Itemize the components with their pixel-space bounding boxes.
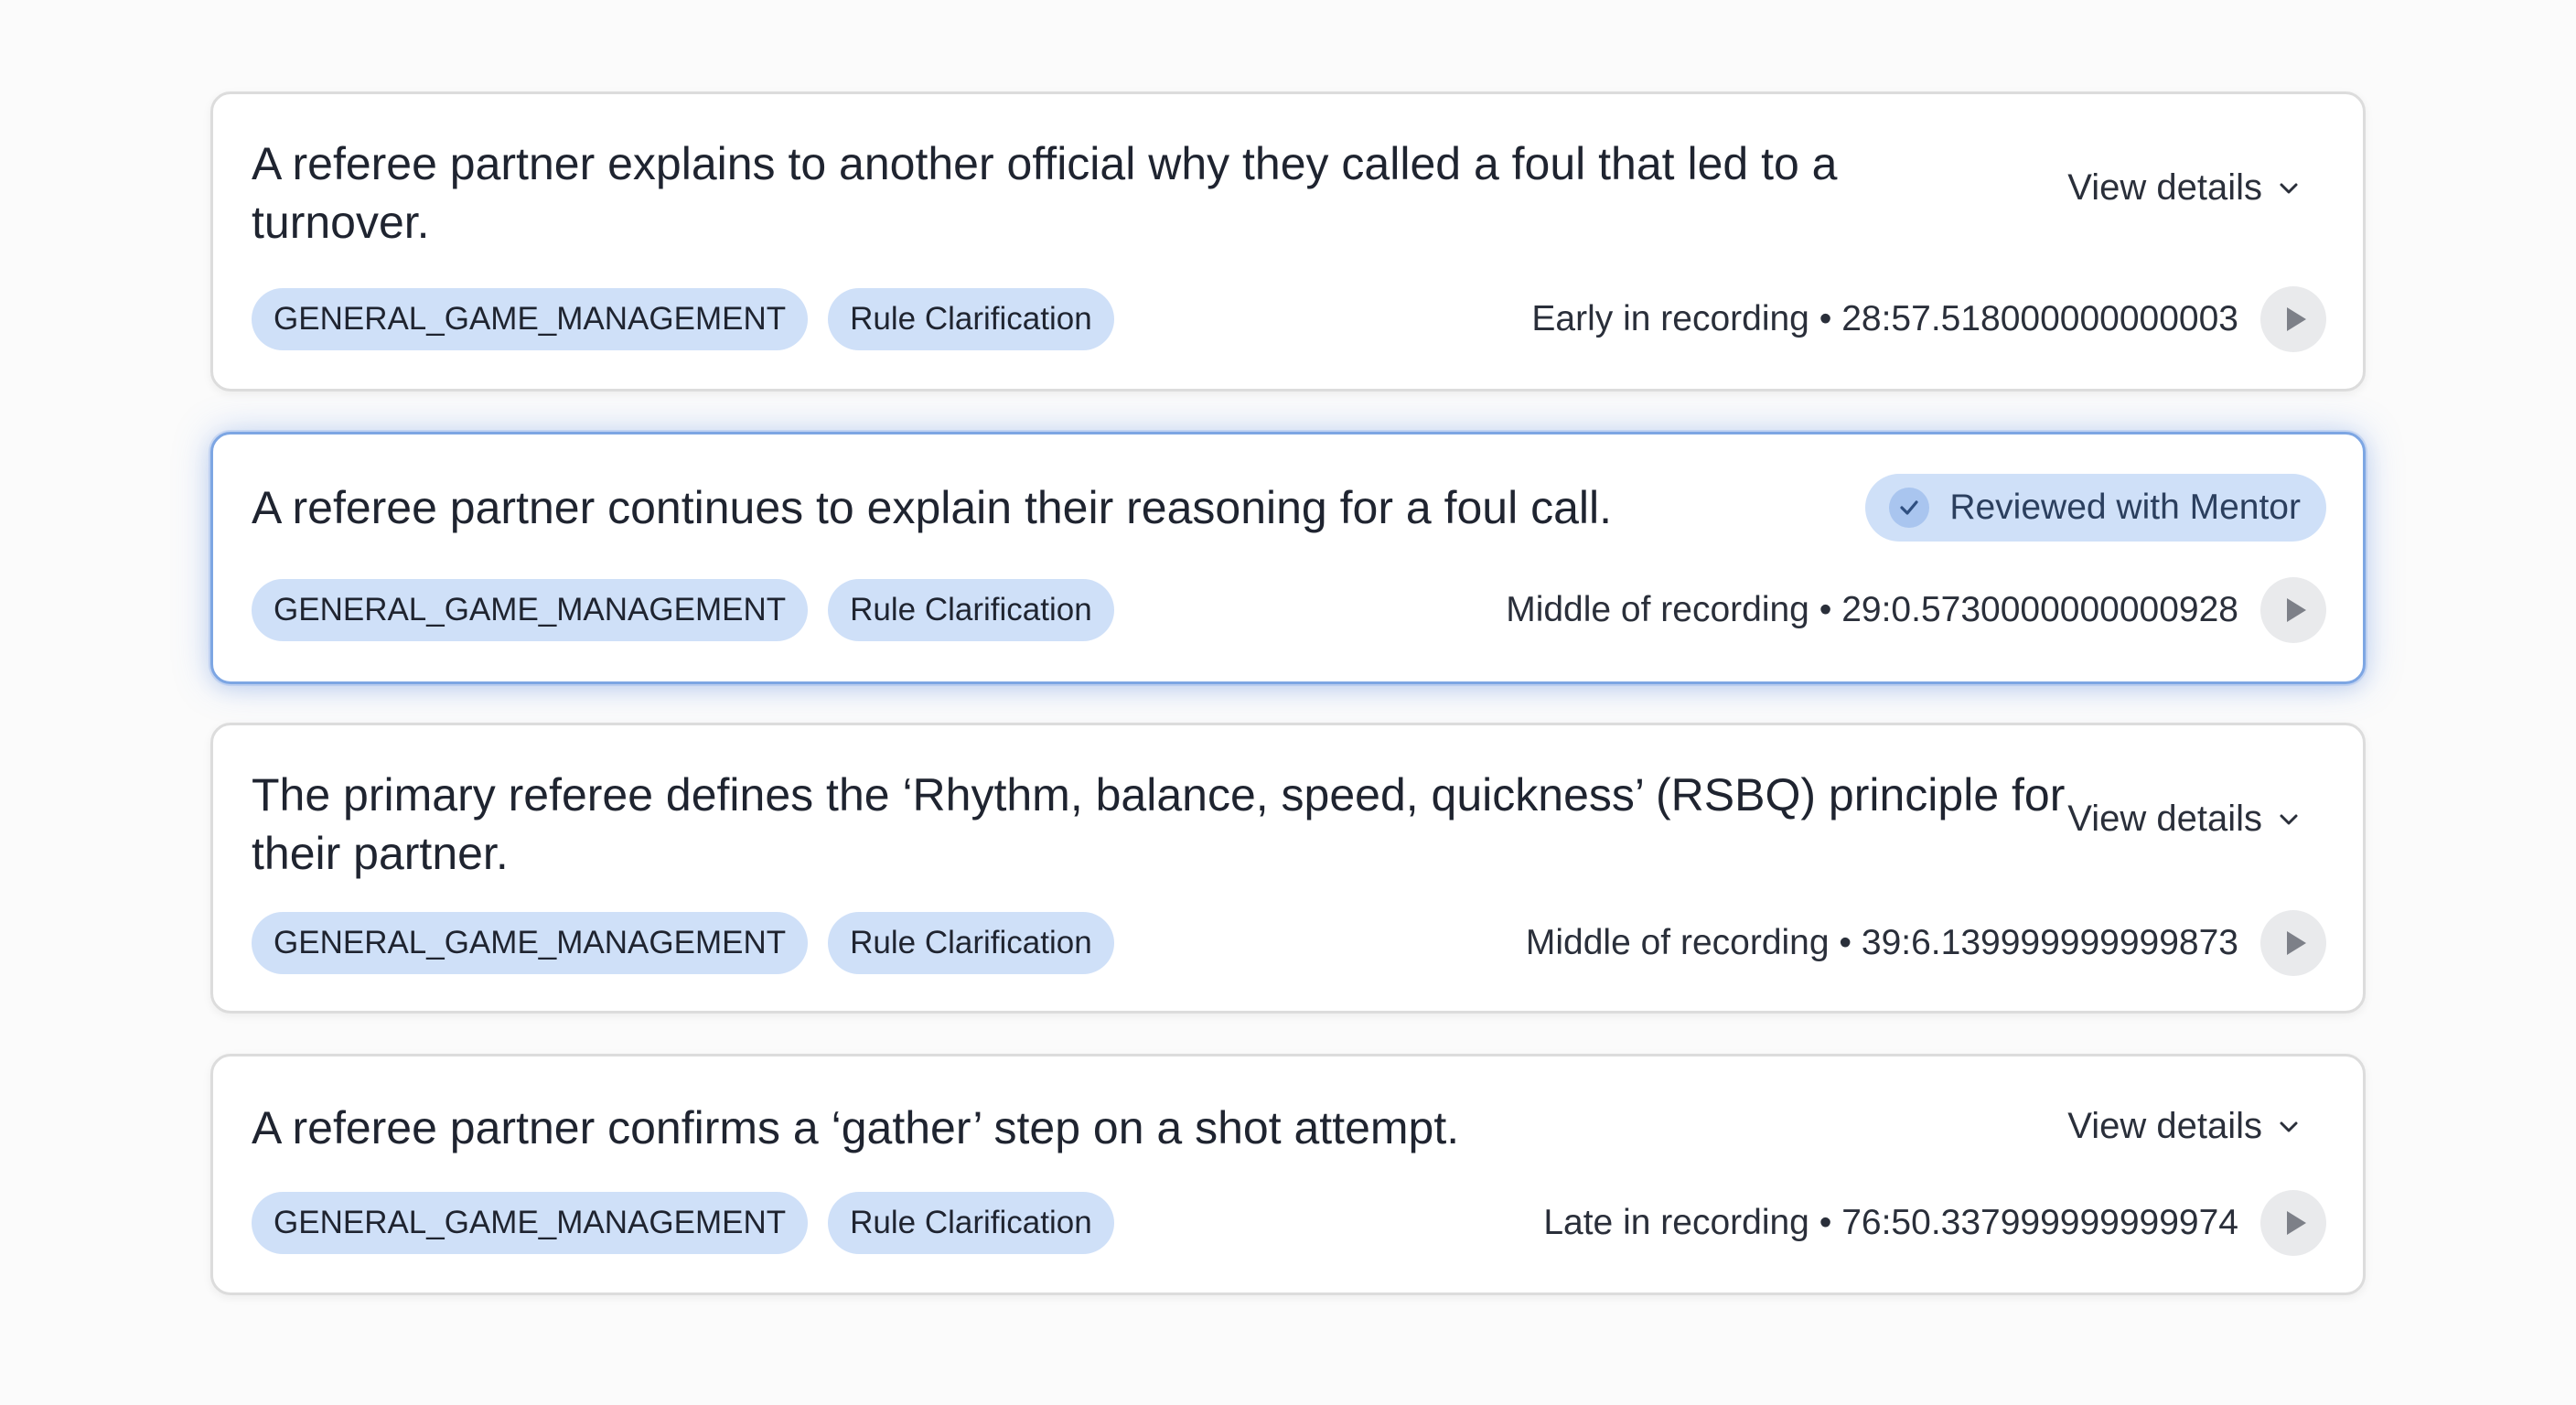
chevron-down-icon <box>2280 814 2298 824</box>
view-details-label: View details <box>2067 1106 2262 1146</box>
play-icon <box>2286 307 2306 331</box>
clip-meta: Middle of recording • 39:6.1399999999998… <box>1526 910 2326 976</box>
clip-meta: Early in recording • 28:57.5180000000000… <box>1531 286 2326 352</box>
check-icon <box>1889 488 1930 528</box>
chevron-down-icon <box>2280 183 2298 193</box>
clip-card-active[interactable]: A referee partner continues to explain t… <box>210 432 2366 684</box>
clip-card[interactable]: A referee partner confirms a ‘gather’ st… <box>210 1054 2366 1295</box>
play-button[interactable] <box>2260 577 2326 643</box>
type-tag[interactable]: Rule Clarification <box>828 1192 1114 1254</box>
play-icon <box>2286 1211 2306 1235</box>
view-details-button[interactable]: View details <box>2067 1106 2299 1147</box>
view-details-label: View details <box>2067 167 2262 208</box>
type-tag[interactable]: Rule Clarification <box>828 288 1114 350</box>
play-icon <box>2286 598 2306 622</box>
reviewed-label: Reviewed with Mentor <box>1949 488 2301 527</box>
clip-title: A referee partner explains to another of… <box>252 138 1838 248</box>
chevron-down-icon <box>2280 1121 2298 1132</box>
view-details-label: View details <box>2067 799 2262 839</box>
tag-list: GENERAL_GAME_MANAGEMENT Rule Clarificati… <box>252 288 1114 350</box>
play-icon <box>2286 931 2306 955</box>
clip-position: Middle of recording • 39:6.1399999999998… <box>1525 923 2238 962</box>
clip-position: Early in recording • 28:57.5180000000000… <box>1531 299 2238 338</box>
category-tag[interactable]: GENERAL_GAME_MANAGEMENT <box>252 288 809 350</box>
view-details-button[interactable]: View details <box>2067 799 2299 840</box>
tag-list: GENERAL_GAME_MANAGEMENT Rule Clarificati… <box>252 912 1114 974</box>
clip-title: The primary referee defines the ‘Rhythm,… <box>252 769 2066 879</box>
clip-meta: Late in recording • 76:50.33799999999997… <box>1543 1190 2326 1256</box>
clip-position: Middle of recording • 29:0.5730000000000… <box>1506 590 2238 629</box>
type-tag[interactable]: Rule Clarification <box>828 912 1114 974</box>
tag-list: GENERAL_GAME_MANAGEMENT Rule Clarificati… <box>252 579 1114 641</box>
play-button[interactable] <box>2260 286 2326 352</box>
clip-card[interactable]: The primary referee defines the ‘Rhythm,… <box>210 723 2366 1014</box>
category-tag[interactable]: GENERAL_GAME_MANAGEMENT <box>252 1192 809 1254</box>
type-tag[interactable]: Rule Clarification <box>828 579 1114 641</box>
clip-title: A referee partner continues to explain t… <box>252 482 1612 533</box>
reviewed-badge: Reviewed with Mentor <box>1865 474 2326 542</box>
play-button[interactable] <box>2260 1190 2326 1256</box>
tag-list: GENERAL_GAME_MANAGEMENT Rule Clarificati… <box>252 1192 1114 1254</box>
clip-title: A referee partner confirms a ‘gather’ st… <box>252 1102 1460 1153</box>
category-tag[interactable]: GENERAL_GAME_MANAGEMENT <box>252 579 809 641</box>
clip-meta: Middle of recording • 29:0.5730000000000… <box>1506 577 2326 643</box>
clip-card[interactable]: A referee partner explains to another of… <box>210 91 2366 391</box>
clip-position: Late in recording • 76:50.33799999999997… <box>1543 1203 2238 1242</box>
play-button[interactable] <box>2260 910 2326 976</box>
view-details-button[interactable]: View details <box>2067 167 2299 209</box>
category-tag[interactable]: GENERAL_GAME_MANAGEMENT <box>252 912 809 974</box>
